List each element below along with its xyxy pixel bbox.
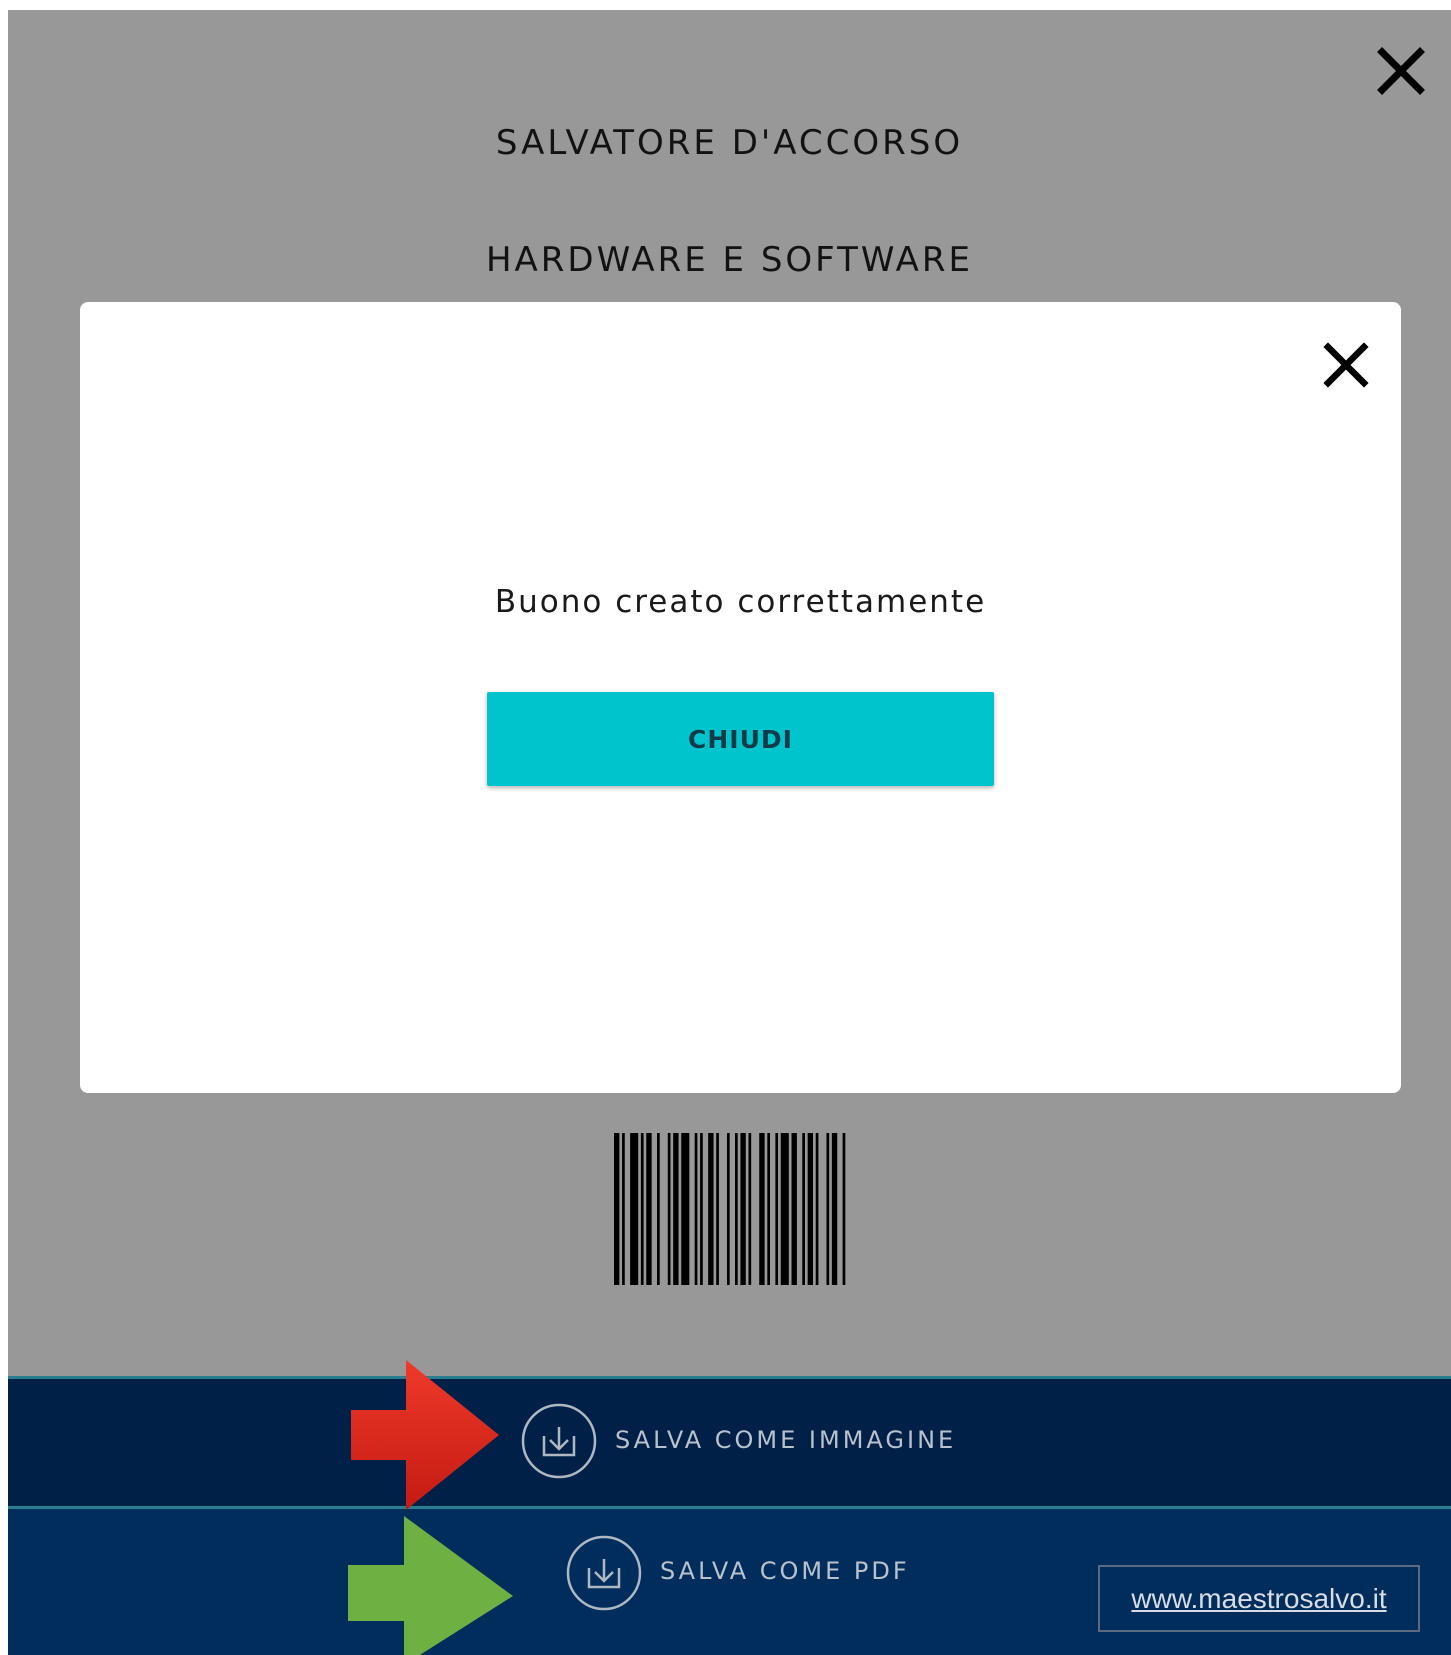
dialog-message: Buono creato correttamente [494,584,987,620]
close-icon [1323,342,1369,388]
download-icon [521,1403,597,1479]
website-watermark[interactable]: www.maestrosalvo.it [1098,1565,1420,1632]
save-as-image-label: SALVA COME IMMAGINE [615,1426,957,1454]
owner-name: SALVATORE D'ACCORSO [495,123,964,163]
green-arrow-annotation [348,1516,513,1655]
chiudi-button[interactable]: CHIUDI [487,692,994,786]
download-icon [566,1535,642,1611]
save-as-pdf-label: SALVA COME PDF [660,1557,910,1585]
barcode [614,1133,846,1285]
dialog-close-button[interactable] [1321,340,1371,390]
save-as-image-button[interactable]: SALVA COME IMMAGINE [8,1376,1451,1506]
red-arrow-annotation [351,1360,499,1510]
voucher-category: HARDWARE E SOFTWARE [485,240,974,280]
page-close-button[interactable] [1374,44,1428,98]
success-dialog: Buono creato correttamente CHIUDI [80,302,1401,1093]
close-icon [1377,47,1425,95]
voucher-page: SALVATORE D'ACCORSO HARDWARE E SOFTWARE … [8,10,1451,1655]
